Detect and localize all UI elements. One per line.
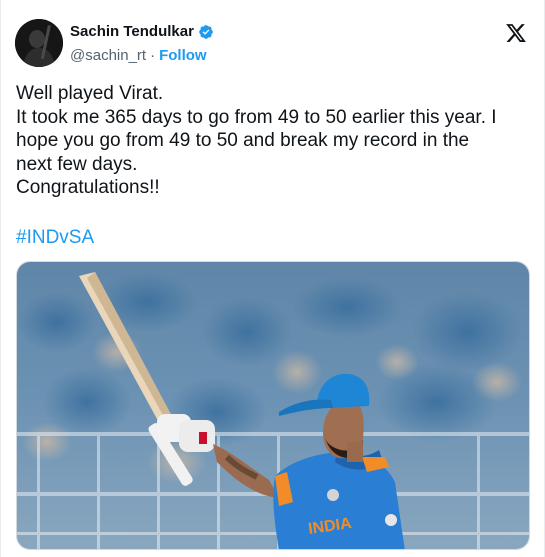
tweet-card: Sachin Tendulkar @sachin_rt · Follow Well …: [0, 0, 545, 557]
separator-dot: ·: [150, 47, 156, 64]
tweet-line: next few days.: [16, 153, 138, 175]
tweet-line: Well played Virat.: [16, 83, 164, 104]
hashtag-link[interactable]: #INDvSA: [16, 227, 94, 249]
author-name[interactable]: Sachin Tendulkar: [70, 23, 194, 40]
follow-button[interactable]: Follow: [159, 47, 207, 64]
verified-badge-icon: [199, 24, 213, 39]
tweet-photo[interactable]: INDIA: [16, 261, 530, 550]
tweet-line: hope you go from 49 to 50 and break my r…: [16, 130, 470, 151]
avatar[interactable]: [15, 19, 63, 67]
handle-row: @sachin_rt · Follow: [70, 47, 207, 64]
tweet-line: Congratulations!!: [16, 177, 160, 198]
x-logo-icon[interactable]: [505, 22, 527, 44]
author-handle[interactable]: @sachin_rt: [70, 47, 146, 64]
avatar-image: [15, 19, 63, 67]
player-jersey: INDIA: [273, 450, 405, 549]
cricket-photo: INDIA: [17, 262, 529, 549]
author-name-row: Sachin Tendulkar: [70, 23, 214, 40]
tweet-line: It took me 365 days to go from 49 to 50 …: [16, 106, 497, 128]
tweet-text: Well played Virat. It took me 365 days t…: [16, 82, 531, 200]
